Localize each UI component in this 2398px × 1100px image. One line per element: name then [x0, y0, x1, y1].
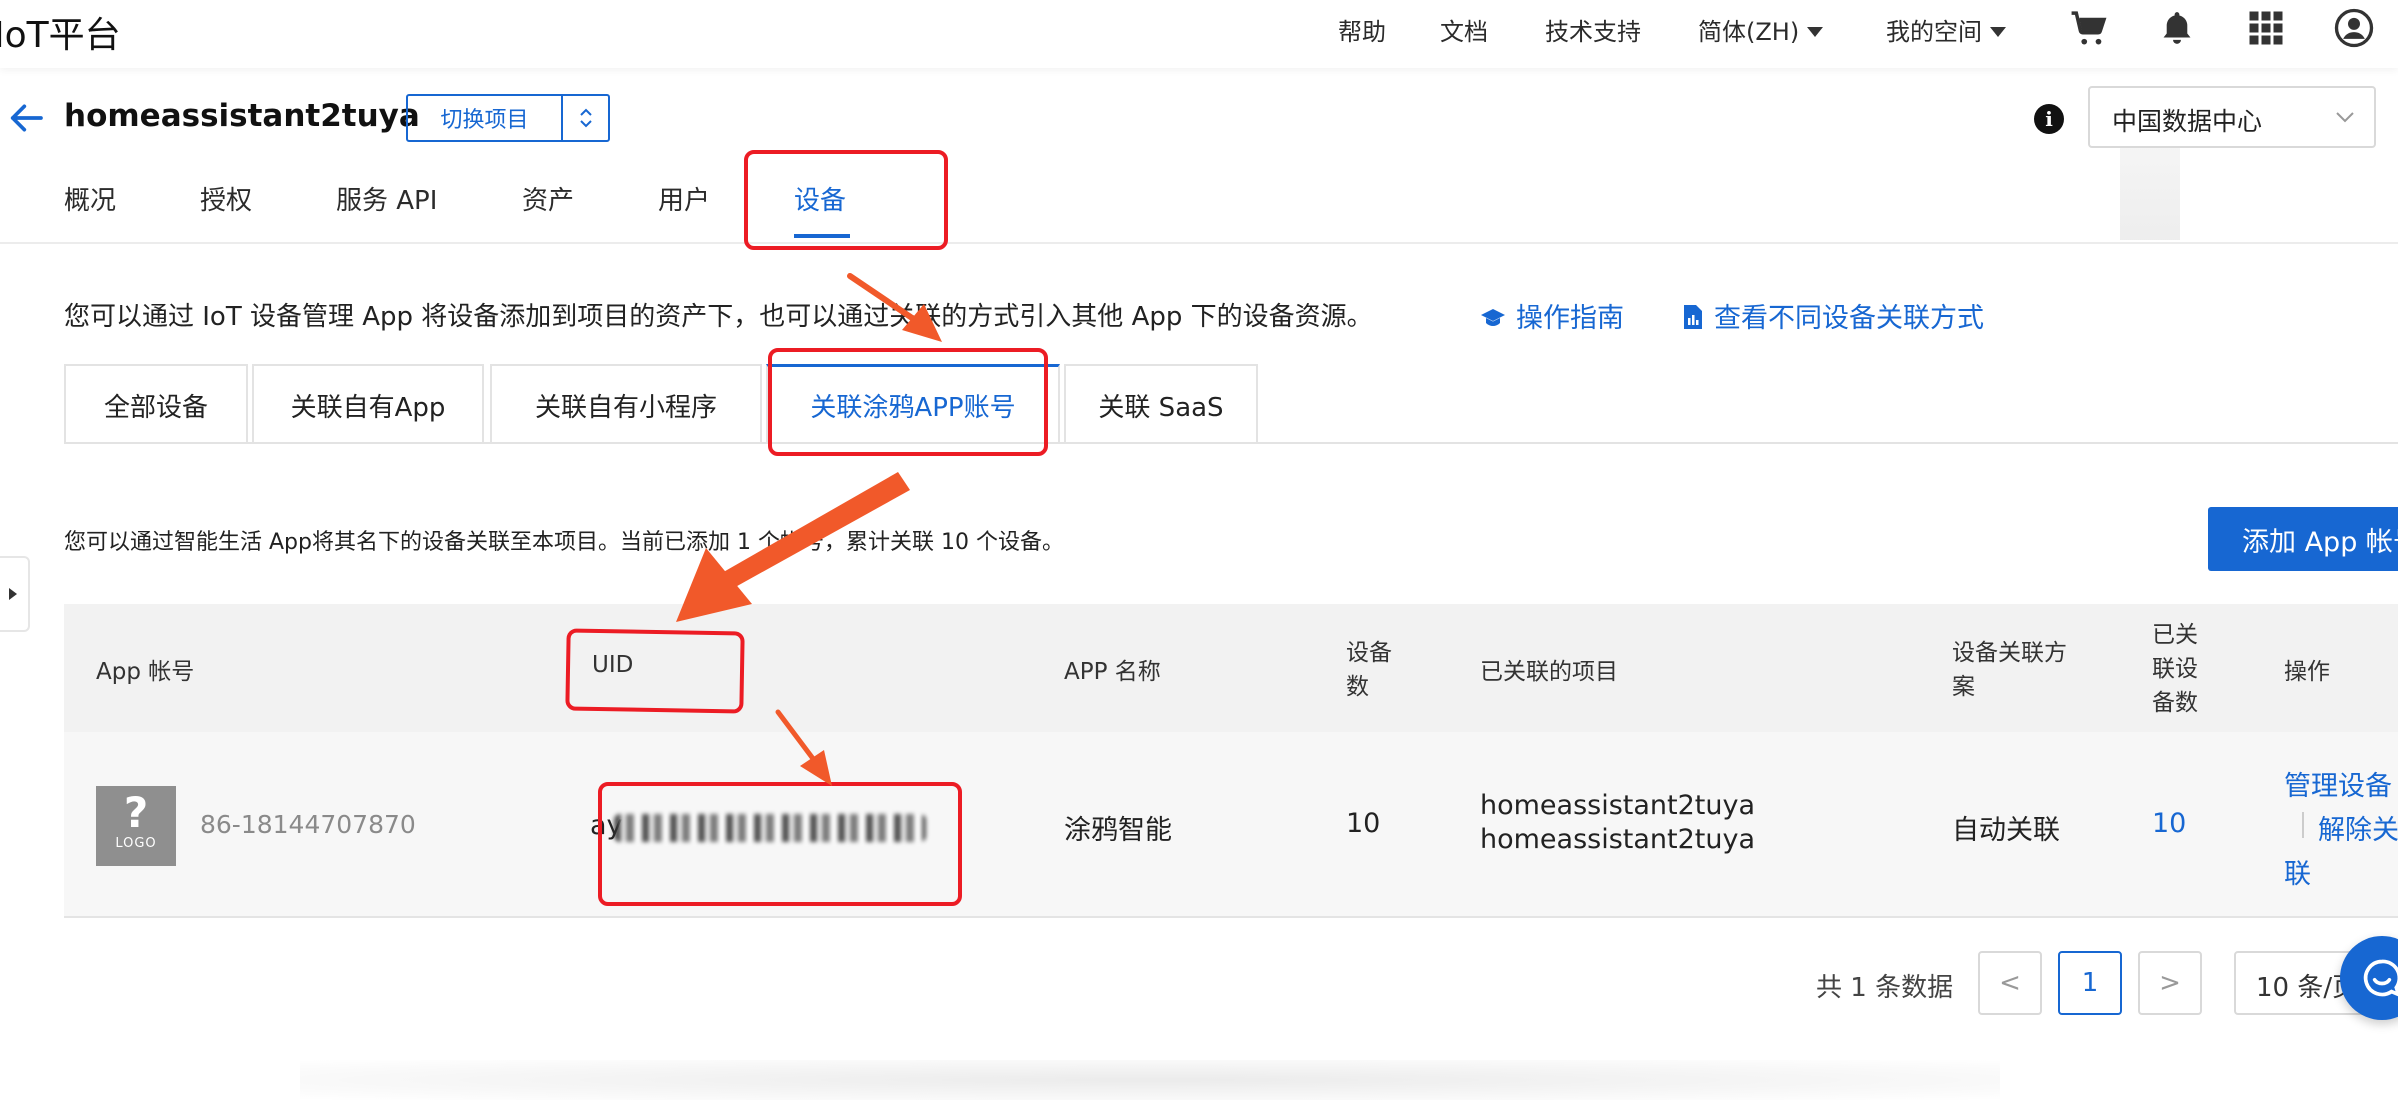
annotation-arrow	[847, 273, 921, 325]
annotation-arrow-head	[676, 548, 752, 622]
annotation-arrow	[720, 472, 910, 590]
annotation-arrow-head	[800, 750, 832, 786]
annotation-arrow	[775, 709, 817, 763]
annotation-arrows	[676, 273, 942, 786]
annotation-arrow-head	[902, 304, 942, 342]
